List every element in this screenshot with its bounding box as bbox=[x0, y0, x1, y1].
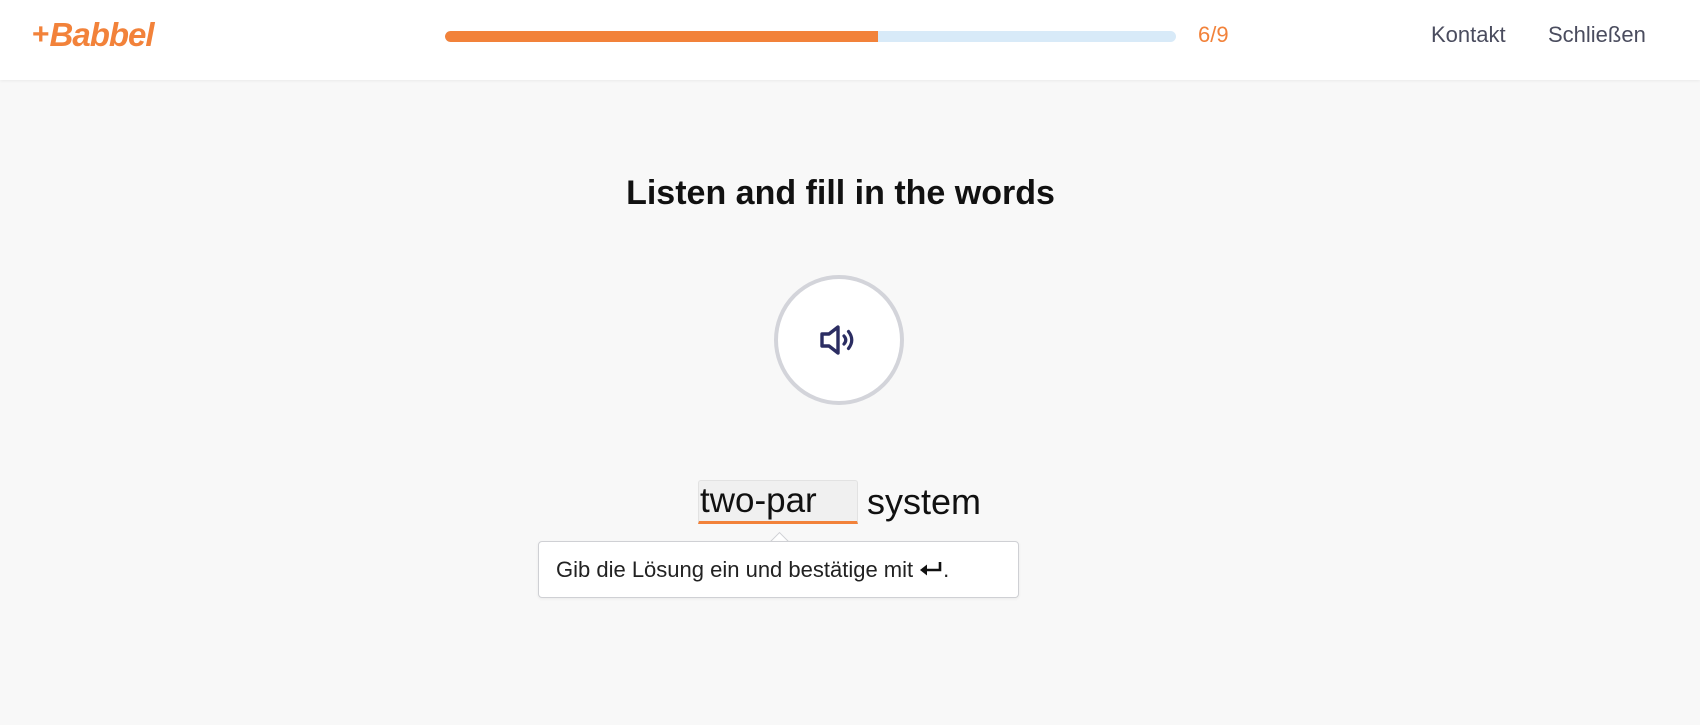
play-audio-button[interactable] bbox=[774, 275, 904, 405]
close-link[interactable]: Schließen bbox=[1548, 22, 1646, 48]
logo-plus: + bbox=[32, 18, 50, 51]
babbel-logo[interactable]: + Babbel bbox=[32, 16, 155, 53]
sentence-word: system bbox=[867, 481, 982, 522]
hint-tooltip: Gib die Lösung ein und bestätige mit . bbox=[538, 541, 1019, 598]
top-bar: + Babbel 6/9 Kontakt Schließen bbox=[0, 0, 1700, 80]
speaker-icon bbox=[820, 325, 854, 355]
progress-count: 6/9 bbox=[1198, 22, 1229, 47]
answer-input[interactable] bbox=[698, 480, 858, 524]
tooltip-text: Gib die Lösung ein und bestätige mit bbox=[556, 556, 914, 582]
contact-link[interactable]: Kontakt bbox=[1431, 22, 1506, 48]
fill-in-sentence: system bbox=[698, 476, 981, 524]
exercise-instruction: Listen and fill in the words bbox=[626, 174, 1055, 212]
enter-key-icon bbox=[919, 557, 943, 583]
logo-text: Babbel bbox=[49, 16, 155, 53]
lesson-progress-bar bbox=[445, 31, 1176, 42]
lesson-progress-fill bbox=[445, 31, 879, 42]
tooltip-period: . bbox=[943, 556, 950, 582]
